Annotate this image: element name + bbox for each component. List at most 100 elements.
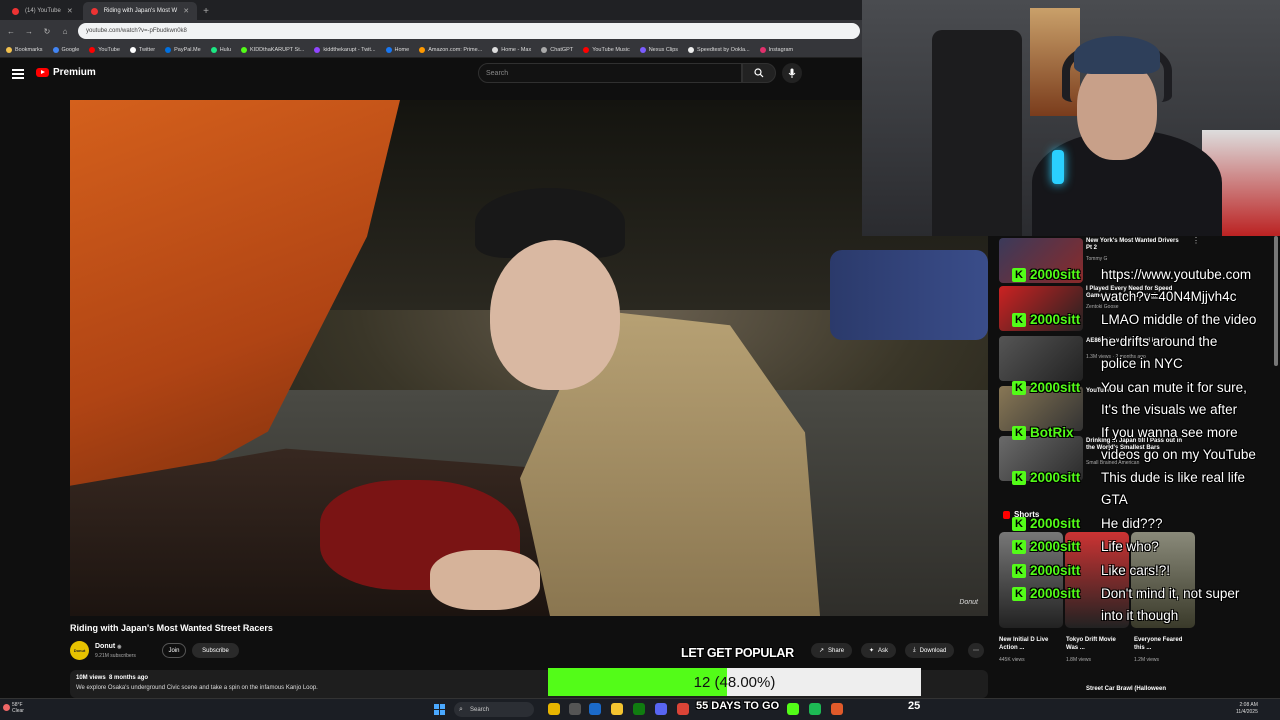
short-views: 1.8M views: [1066, 657, 1092, 663]
windows-taskbar: 58°F Clear ⌕ Search 2:08 AM 11/4/2025: [0, 698, 1280, 720]
weather-widget[interactable]: 58°F Clear: [3, 702, 24, 714]
channel-name[interactable]: Donut ◉: [95, 643, 122, 650]
video-title: Riding with Japan's Most Wanted Street R…: [70, 623, 273, 633]
rec-title[interactable]: New York's Most Wanted Drivers Pt 2: [1086, 238, 1186, 252]
hamburger-menu-icon[interactable]: [12, 69, 24, 79]
back-icon[interactable]: ←: [6, 27, 16, 36]
chrome-icon[interactable]: [677, 703, 689, 715]
paypal-icon: [165, 46, 172, 53]
share-button[interactable]: ↗ Share: [811, 643, 853, 658]
spotify-icon[interactable]: [809, 703, 821, 715]
bookmark-google[interactable]: Google: [52, 46, 79, 53]
nexus-icon: [639, 46, 646, 53]
url-input[interactable]: youtube.com/watch?v=-pFbudkwn0k8: [78, 23, 860, 39]
days-count: 25: [908, 700, 921, 712]
weather-icon: [3, 704, 10, 711]
bookmark-speedtest[interactable]: Speedtest by Ookla...: [688, 46, 750, 53]
bookmark-twitter[interactable]: Twitter: [129, 46, 155, 53]
file-explorer-icon[interactable]: [548, 703, 560, 715]
subscribe-button[interactable]: Subscribe: [192, 643, 239, 658]
kick-badge-icon: K: [1012, 313, 1026, 327]
kick-badge-icon: K: [1012, 517, 1026, 531]
address-bar-row: ← → ↻ ⌂ youtube.com/watch?v=-pFbudkwn0k8: [0, 20, 862, 42]
video-player[interactable]: Donut: [70, 100, 988, 616]
search-input[interactable]: Search: [478, 63, 742, 83]
bookmark-nexus-clips[interactable]: Nexus Clips: [639, 46, 678, 53]
task-view-icon[interactable]: [569, 703, 581, 715]
webcam-overlay: [862, 0, 1280, 236]
bookmark-youtube-music[interactable]: YouTube Music: [583, 46, 630, 53]
video-watermark: Donut: [959, 599, 978, 606]
close-icon[interactable]: ✕: [67, 7, 73, 15]
reload-icon[interactable]: ↻: [42, 27, 52, 36]
discord-icon[interactable]: [655, 703, 667, 715]
facebook-icon: [385, 46, 392, 53]
more-horizontal-icon: ⋯: [973, 648, 979, 654]
tab-label: Riding with Japan's Most W: [103, 8, 178, 14]
windows-start-icon[interactable]: [434, 704, 445, 715]
short-title[interactable]: Everyone Feared this ...: [1134, 636, 1194, 652]
bookmark-twitch[interactable]: kiddthekarupt - Twit...: [314, 46, 376, 53]
verified-icon: ◉: [117, 644, 122, 650]
ask-button[interactable]: ✦ Ask: [861, 643, 897, 658]
kick-icon: [241, 46, 248, 53]
cam-beanie: [1074, 36, 1160, 74]
close-icon[interactable]: ✕: [183, 7, 189, 15]
tab-youtube-home[interactable]: (14) YouTube ✕: [4, 2, 81, 20]
kick-badge-icon: K: [1012, 540, 1026, 554]
home-icon[interactable]: ⌂: [60, 27, 70, 36]
forward-icon[interactable]: →: [24, 27, 34, 36]
kick-badge-icon: K: [1012, 471, 1026, 485]
sparkle-icon: ✦: [869, 648, 875, 654]
voice-search-button[interactable]: [782, 63, 802, 83]
short-views: 1.2M views: [1134, 657, 1160, 663]
xbox-icon[interactable]: [633, 703, 645, 715]
bookmark-folder[interactable]: Bookmarks: [6, 46, 43, 53]
youtube-premium-logo[interactable]: Premium: [36, 67, 96, 78]
search-icon: [754, 68, 764, 78]
more-actions-button[interactable]: ⋯: [968, 643, 984, 658]
short-title[interactable]: New Initial D Live Action ...: [999, 636, 1059, 652]
download-button[interactable]: ⤓ Download: [905, 643, 955, 658]
microphone-icon: [788, 68, 796, 78]
channel-avatar[interactable]: Donut: [70, 641, 89, 660]
search-button[interactable]: [742, 63, 776, 83]
stream-chat-overlay: K 2000sitt https://www.youtube.com watch…: [1012, 264, 1280, 636]
youtube-favicon-icon: [12, 7, 19, 15]
bookmark-paypal[interactable]: PayPal.Me: [165, 46, 201, 53]
tab-current-video[interactable]: Riding with Japan's Most W ✕: [82, 2, 198, 20]
bookmark-amazon[interactable]: Amazon.com: Prime...: [419, 46, 482, 53]
bookmark-chatgpt[interactable]: ChatGPT: [541, 46, 573, 53]
bookmark-facebook[interactable]: Home: [385, 46, 409, 53]
bookmark-kick[interactable]: KIDDthaKARUPT St...: [241, 46, 304, 53]
google-icon: [52, 46, 59, 53]
youtube-favicon-icon: [90, 7, 98, 15]
youtube-icon: [89, 46, 96, 53]
bookmark-youtube[interactable]: YouTube: [89, 46, 120, 53]
description-text: We explore Osaka's underground Civic sce…: [76, 685, 318, 691]
video-scene-cars: [830, 250, 988, 340]
steam-icon[interactable]: [589, 703, 601, 715]
bookmark-hulu[interactable]: Hulu: [210, 46, 231, 53]
goal-progress-bar: 12 (48.00%): [548, 668, 921, 696]
kick-badge-icon: K: [1012, 268, 1026, 282]
rec-title[interactable]: Street Car Brawl (Halloween: [1086, 686, 1166, 692]
browser-tab-bar: (14) YouTube ✕ Riding with Japan's Most …: [0, 0, 862, 20]
new-tab-icon[interactable]: +: [203, 6, 209, 17]
bookmark-instagram[interactable]: Instagram: [759, 46, 793, 53]
system-clock[interactable]: 2:08 AM 11/4/2025: [1236, 702, 1258, 716]
more-vertical-icon[interactable]: ⋮: [1192, 236, 1200, 245]
search-icon: ⌕: [459, 705, 463, 713]
folder-icon[interactable]: [611, 703, 623, 715]
bookmark-max[interactable]: Home - Max: [492, 46, 531, 53]
taskbar-search[interactable]: ⌕ Search: [454, 702, 534, 717]
share-icon: ↗: [819, 648, 825, 654]
join-button[interactable]: Join: [162, 643, 186, 658]
folder-icon: [6, 46, 12, 53]
short-title[interactable]: Tokyo Drift Movie Was ...: [1066, 636, 1126, 652]
instagram-icon: [759, 46, 766, 53]
kick-app-icon[interactable]: [787, 703, 799, 715]
app-icon[interactable]: [831, 703, 843, 715]
youtube-header: Premium Search: [0, 58, 862, 92]
tab-label: (14) YouTube: [25, 8, 61, 14]
